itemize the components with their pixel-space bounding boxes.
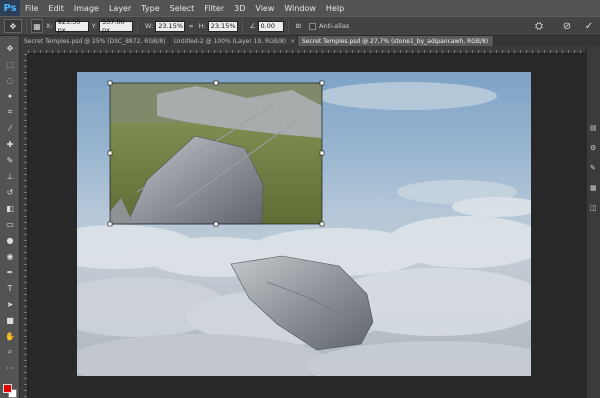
height-field[interactable]: 23.15% (207, 20, 238, 32)
divider (241, 19, 243, 33)
eraser-icon[interactable]: ◧ (2, 202, 18, 214)
width-field[interactable]: 23.15% (155, 20, 186, 32)
gradient-tool-icon[interactable]: ▭ (2, 218, 18, 230)
history-panel-icon[interactable]: ▤ (590, 124, 598, 132)
blur-tool-icon[interactable]: ● (2, 234, 18, 246)
angle-field[interactable]: 0.00 (257, 20, 284, 32)
menu-3d[interactable]: 3D (229, 4, 250, 13)
tab-label: Secret Temples.psd @ 25% (DSC_8872, RGB/… (24, 37, 166, 45)
document-canvas[interactable] (77, 72, 531, 376)
menu-filter[interactable]: Filter (199, 4, 229, 13)
ruler-origin[interactable] (20, 46, 28, 54)
crop-tool-icon[interactable]: ⌗ (2, 106, 18, 118)
tools-panel: ✥ ⬚ ◌ ✦ ⌗ ⁄ ✚ ✎ ⊥ ↺ ◧ ▭ ● ◉ ✒ T ➤ ■ ✋ ⌕ … (0, 36, 20, 398)
reference-point-icon[interactable]: ▦ (31, 19, 43, 33)
horizontal-ruler[interactable] (28, 46, 586, 54)
options-right-group: ⛭ ⊘ ✓ (528, 17, 600, 35)
healing-brush-icon[interactable]: ✚ (2, 138, 18, 150)
rectangle-tool-icon[interactable]: ■ (2, 314, 18, 326)
hand-tool-icon[interactable]: ✋ (2, 330, 18, 342)
eyedropper-icon[interactable]: ⁄ (2, 122, 18, 134)
pasted-photo-layer (110, 83, 322, 225)
x-label: X: (46, 22, 53, 30)
tab-untitled-2[interactable]: Untitled-2 @ 100% (Layer 19, RGB/8) × (170, 36, 298, 46)
options-bar: ✥ ▦ X: 923.50 px Y: 537.00 px W: 23.15% … (0, 16, 600, 36)
w-label: W: (144, 22, 154, 30)
close-icon[interactable]: × (290, 38, 295, 45)
tab-secret-temples-27[interactable]: Secret Temples.psd @ 27,7% (stone1_by_ad… (298, 36, 494, 46)
vertical-ruler[interactable] (20, 54, 28, 398)
lasso-tool-icon[interactable]: ◌ (2, 74, 18, 86)
divider (287, 19, 289, 33)
y-label: Y: (91, 22, 97, 30)
brush-tool-icon[interactable]: ✎ (2, 154, 18, 166)
antialias-checkbox[interactable] (309, 22, 316, 30)
y-field[interactable]: 537.00 px (98, 18, 133, 34)
menu-help[interactable]: Help (321, 4, 349, 13)
menu-window[interactable]: Window (279, 4, 321, 13)
brush-panel-icon[interactable]: ✎ (590, 164, 598, 172)
transform-tool-preset-icon[interactable]: ✥ (4, 19, 22, 33)
menu-bar: Ps File Edit Image Layer Type Select Fil… (0, 0, 600, 16)
foreground-color-swatch[interactable] (3, 384, 12, 393)
history-brush-icon[interactable]: ↺ (2, 186, 18, 198)
menu-image[interactable]: Image (69, 4, 104, 13)
canvas-artwork (77, 80, 531, 376)
pen-tool-icon[interactable]: ✒ (2, 266, 18, 278)
h-label: H: (198, 22, 206, 30)
path-select-icon[interactable]: ➤ (2, 298, 18, 310)
swatches-panel-icon[interactable]: ▦ (590, 184, 598, 192)
document-tabs: Secret Temples.psd @ 25% (DSC_8872, RGB/… (20, 36, 600, 46)
interpolation-icon[interactable]: ⊞ (296, 22, 301, 30)
close-icon[interactable]: × (492, 38, 493, 45)
marquee-tool-icon[interactable]: ⬚ (2, 58, 18, 70)
magic-wand-icon[interactable]: ✦ (2, 90, 18, 102)
x-field[interactable]: 923.50 px (54, 18, 89, 34)
angle-label: ∠ (249, 22, 256, 30)
warp-icon[interactable]: ⛭ (532, 19, 546, 33)
link-icon[interactable]: ∞ (188, 22, 193, 30)
menu-layer[interactable]: Layer (104, 4, 136, 13)
divider (136, 19, 138, 33)
antialias-label: Anti-alias (319, 22, 350, 30)
dodge-tool-icon[interactable]: ◉ (2, 250, 18, 262)
tab-label: Secret Temples.psd @ 27,7% (stone1_by_ad… (302, 37, 489, 45)
clone-stamp-icon[interactable]: ⊥ (2, 170, 18, 182)
menu-type[interactable]: Type (136, 4, 164, 13)
menu-select[interactable]: Select (165, 4, 200, 13)
layers-panel-icon[interactable]: ◫ (590, 204, 598, 212)
commit-transform-icon[interactable]: ✓ (582, 19, 596, 33)
move-tool-icon[interactable]: ✥ (2, 42, 18, 54)
tab-secret-temples-25[interactable]: Secret Temples.psd @ 25% (DSC_8872, RGB/… (20, 36, 170, 46)
cancel-transform-icon[interactable]: ⊘ (560, 19, 574, 33)
properties-panel-icon[interactable]: ⚙ (590, 144, 598, 152)
menu-view[interactable]: View (250, 4, 279, 13)
menu-edit[interactable]: Edit (43, 4, 69, 13)
menu-file[interactable]: File (20, 4, 43, 13)
divider (26, 19, 27, 33)
panel-dock: ▤ ⚙ ✎ ▦ ◫ (586, 46, 600, 398)
more-tools-icon[interactable]: ··· (2, 362, 18, 374)
zoom-tool-icon[interactable]: ⌕ (2, 346, 18, 358)
type-tool-icon[interactable]: T (2, 282, 18, 294)
photoshop-logo: Ps (0, 0, 20, 16)
tab-label: Untitled-2 @ 100% (Layer 19, RGB/8) (174, 37, 287, 45)
